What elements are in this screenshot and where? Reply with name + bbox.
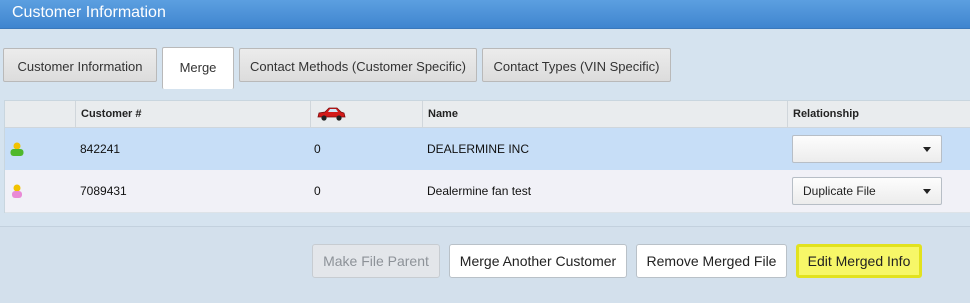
edit-merged-info-button[interactable]: Edit Merged Info bbox=[796, 244, 922, 278]
chevron-down-icon bbox=[923, 147, 931, 152]
grid-header: Customer # Name Relationship bbox=[5, 101, 970, 128]
title-bar: Customer Information bbox=[0, 0, 970, 29]
customer-number: 7089431 bbox=[80, 184, 127, 198]
table-row[interactable]: 7089431 0 Dealermine fan test Duplicate … bbox=[5, 170, 970, 213]
relationship-value: Duplicate File bbox=[803, 184, 876, 198]
tab-customer-information[interactable]: Customer Information bbox=[3, 48, 157, 82]
column-header-vehicles[interactable] bbox=[310, 101, 422, 127]
column-header-relationship[interactable]: Relationship bbox=[787, 101, 970, 127]
merge-another-customer-button[interactable]: Merge Another Customer bbox=[449, 244, 627, 278]
make-file-parent-button[interactable]: Make File Parent bbox=[312, 244, 440, 278]
customer-number: 842241 bbox=[80, 142, 121, 156]
tab-contact-types[interactable]: Contact Types (VIN Specific) bbox=[482, 48, 671, 82]
column-header-name[interactable]: Name bbox=[422, 101, 787, 127]
vehicle-count: 0 bbox=[314, 142, 321, 156]
customer-name: DEALERMINE INC bbox=[427, 142, 530, 156]
customer-name: Dealermine fan test bbox=[427, 184, 532, 198]
car-icon bbox=[317, 107, 346, 121]
tab-merge[interactable]: Merge bbox=[162, 47, 234, 89]
tab-contact-methods[interactable]: Contact Methods (Customer Specific) bbox=[239, 48, 477, 82]
relationship-select[interactable] bbox=[792, 135, 942, 163]
vehicle-count: 0 bbox=[314, 184, 321, 198]
relationship-select[interactable]: Duplicate File bbox=[792, 177, 942, 205]
tab-bar: Customer Information Merge Contact Metho… bbox=[0, 42, 970, 89]
person-green-icon bbox=[10, 142, 24, 156]
chevron-down-icon bbox=[923, 189, 931, 194]
action-footer: Make File Parent Merge Another Customer … bbox=[0, 226, 970, 303]
person-pink-icon bbox=[12, 184, 22, 198]
merge-grid: Customer # Name Relationship 842241 0 DE… bbox=[4, 100, 970, 213]
window-title: Customer Information bbox=[12, 4, 166, 21]
column-header-customer-number[interactable]: Customer # bbox=[75, 101, 310, 127]
table-row[interactable]: 842241 0 DEALERMINE INC bbox=[5, 128, 970, 171]
remove-merged-file-button[interactable]: Remove Merged File bbox=[636, 244, 787, 278]
